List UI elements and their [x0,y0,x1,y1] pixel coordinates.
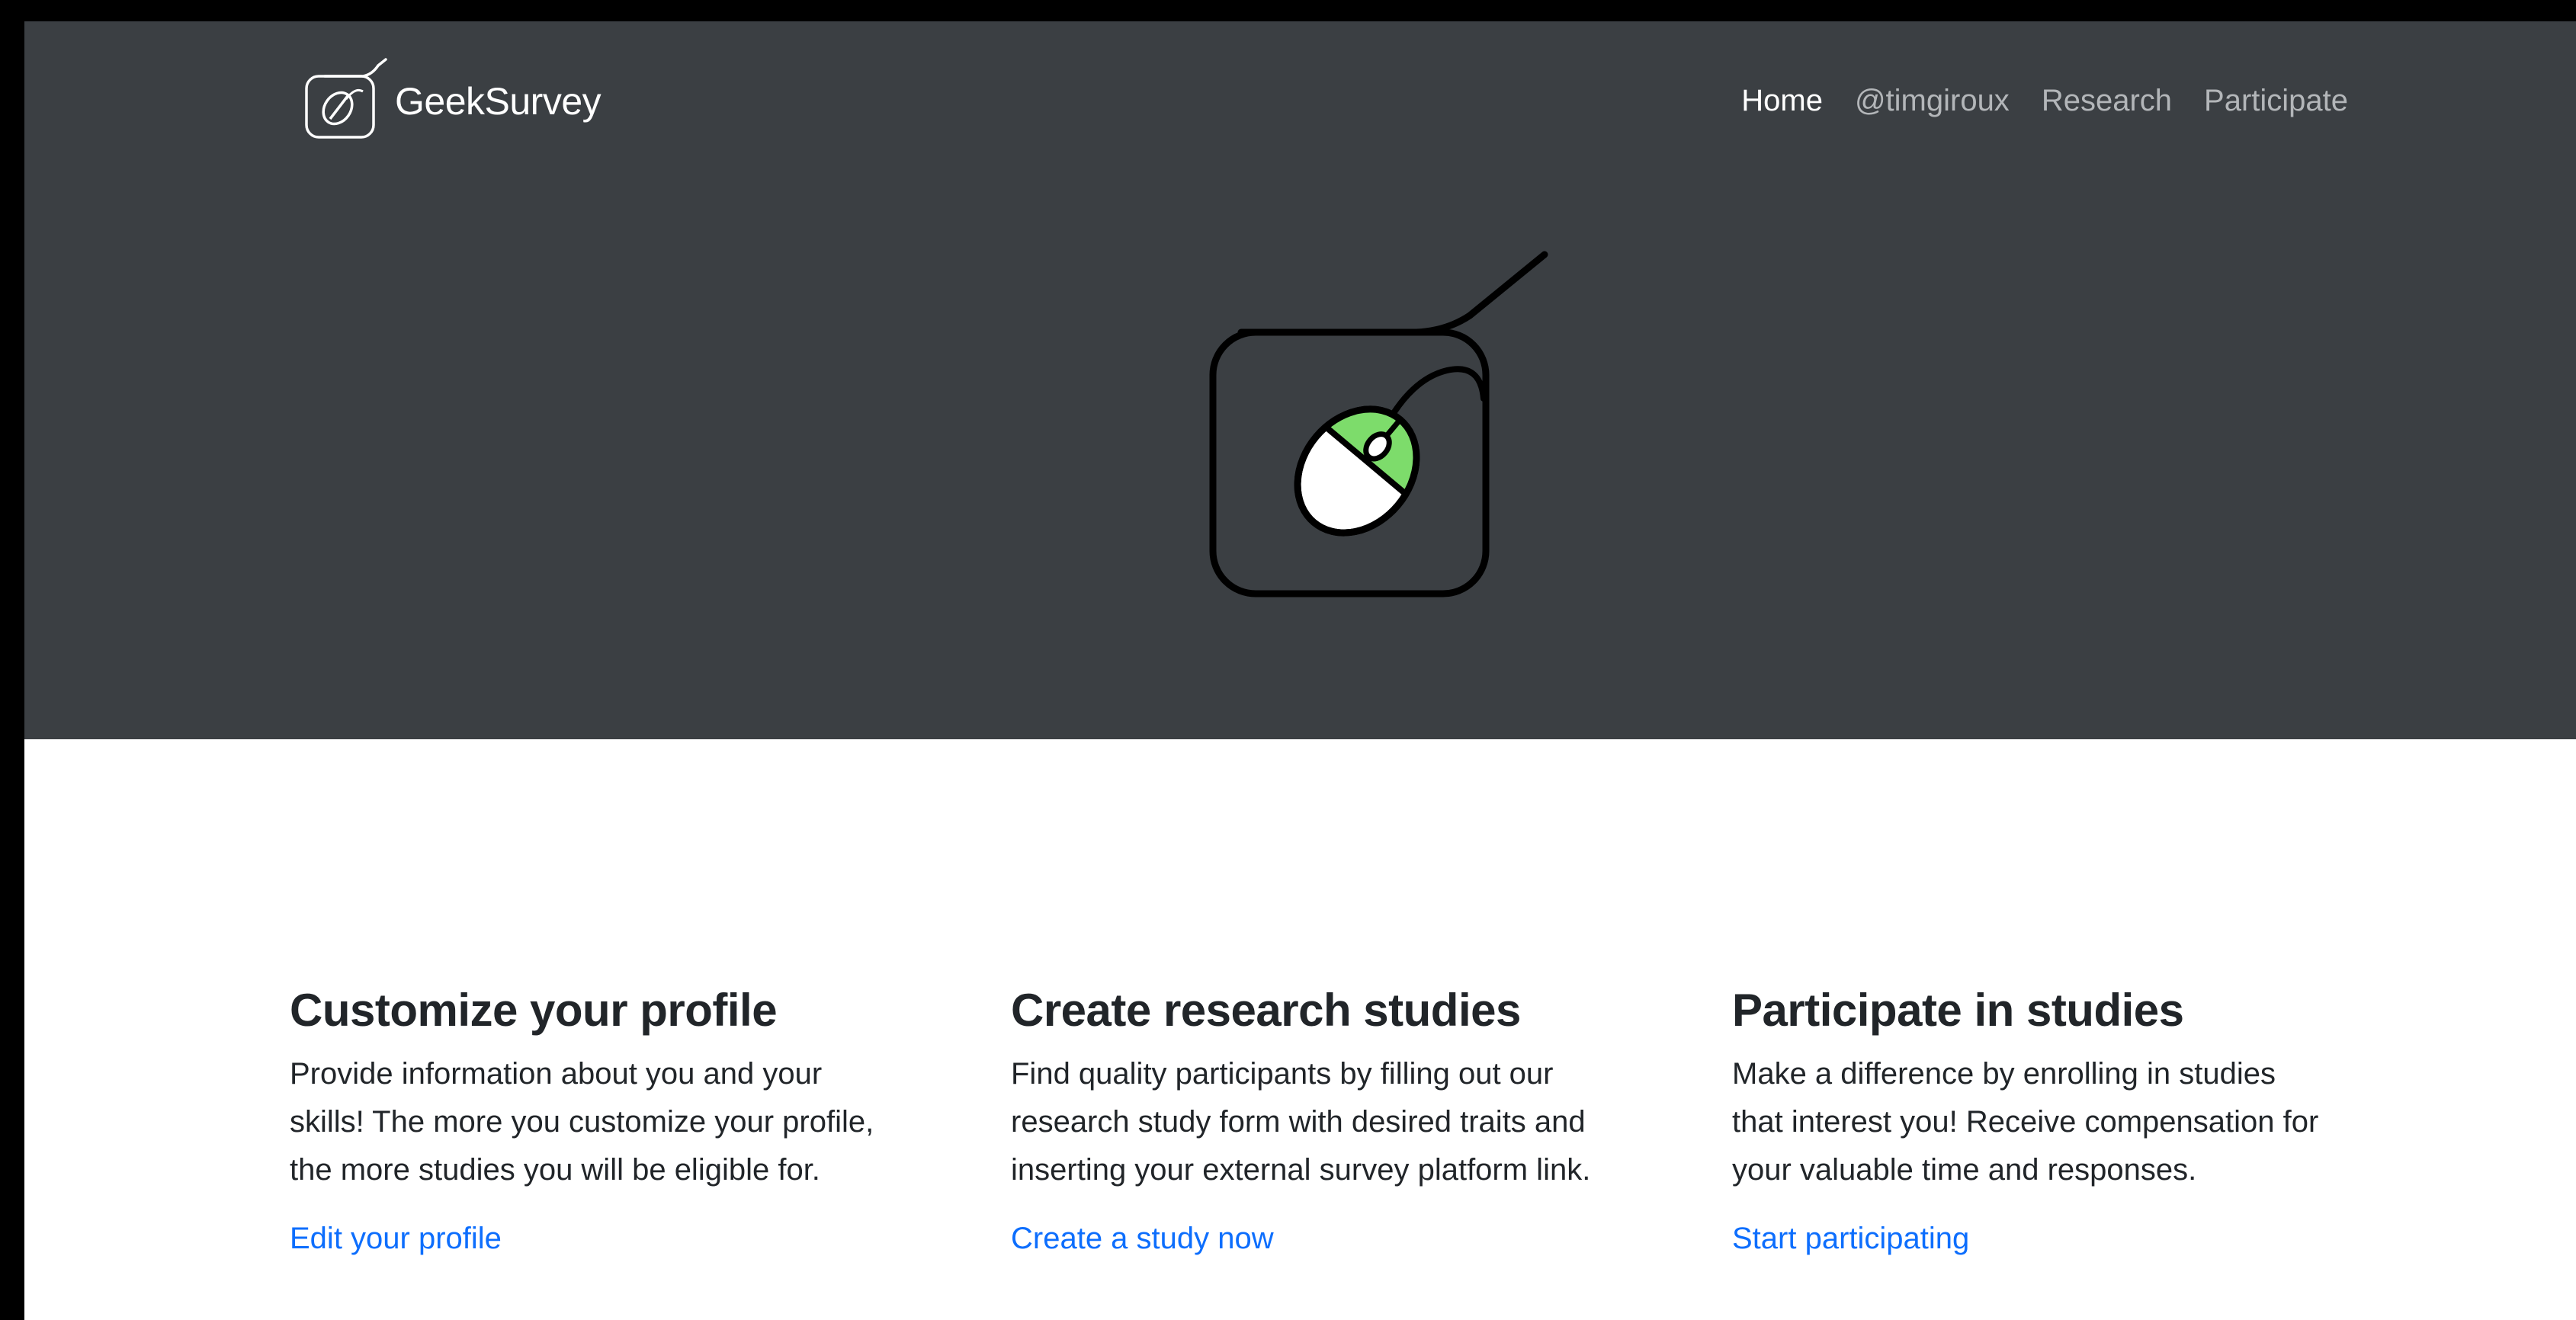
nav-participate[interactable]: Participate [2204,84,2348,118]
feature-title: Participate in studies [1732,985,2184,1036]
top-nav: Home @timgiroux Research Participate [1741,84,2348,118]
browser-viewport: GeekSurvey Home @timgiroux Research Part… [24,21,2576,1320]
brand-link[interactable]: GeekSurvey [302,35,601,157]
hero-section: GeekSurvey Home @timgiroux Research Part… [24,21,2576,739]
feature-title: Create research studies [1011,985,1521,1036]
mouse-pad-icon [305,58,387,139]
feature-line: skills! The more you customize your prof… [290,1105,874,1139]
feature-line: your valuable time and responses. [1732,1153,2197,1187]
nav-research[interactable]: Research [2042,84,2172,118]
edit-profile-link[interactable]: Edit your profile [290,1222,502,1256]
create-study-link[interactable]: Create a study now [1011,1222,1274,1256]
feature-line: the more studies you will be eligible fo… [290,1153,820,1187]
feature-description: Find quality participants by filling out… [1011,1050,1667,1194]
mouse-on-pad-icon [1209,251,1548,598]
feature-line: inserting your external survey platform … [1011,1153,1591,1187]
feature-line: that interest you! Receive compensation … [1732,1105,2319,1139]
feature-line: Find quality participants by filling out… [1011,1057,1554,1091]
feature-title: Customize your profile [290,985,778,1036]
feature-description: Make a difference by enrolling in studie… [1732,1050,2388,1194]
brand-name: GeekSurvey [395,80,601,123]
feature-research: Create research studies Find quality par… [1011,982,1667,1256]
feature-description: Provide information about you and your s… [290,1050,945,1194]
nav-home[interactable]: Home [1741,84,1823,118]
feature-profile: Customize your profile Provide informati… [290,982,945,1256]
feature-line: Make a difference by enrolling in studie… [1732,1057,2276,1091]
feature-line: Provide information about you and your [290,1057,823,1091]
feature-participate: Participate in studies Make a difference… [1732,982,2388,1256]
feature-line: research study form with desired traits … [1011,1105,1586,1139]
start-participating-link[interactable]: Start participating [1732,1222,1969,1256]
nav-user-profile[interactable]: @timgiroux [1855,84,2010,118]
